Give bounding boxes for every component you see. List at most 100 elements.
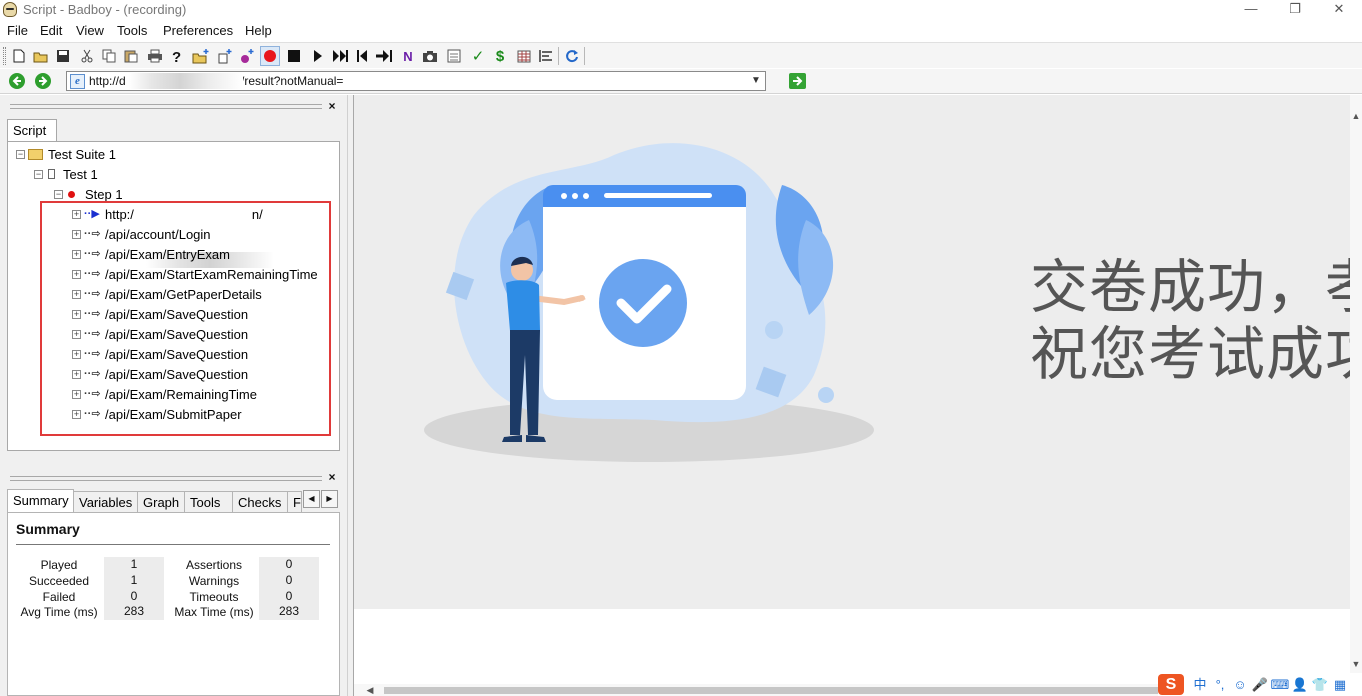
toolbar: ? N ✓ $: [0, 42, 1362, 68]
ime-emoji-icon[interactable]: ☺: [1230, 675, 1250, 695]
person-shirt: [506, 280, 540, 331]
camera-icon[interactable]: [420, 46, 440, 66]
toolbar-grip[interactable]: [3, 47, 6, 65]
page-content: 交卷成功，孝 祝您考试成功: [354, 95, 1350, 609]
stat-value-max-time: 283: [259, 604, 319, 620]
tab-summary[interactable]: Summary: [7, 489, 74, 512]
vertical-scrollbar[interactable]: ▲ ▼: [1350, 95, 1362, 696]
summary-pane-grip[interactable]: [10, 476, 322, 481]
menu-file[interactable]: File: [7, 23, 28, 38]
paste-icon[interactable]: [121, 46, 141, 66]
refresh-icon[interactable]: [562, 46, 582, 66]
script-pane-close-icon[interactable]: ×: [326, 100, 338, 113]
stat-label-played: Played: [40, 558, 78, 572]
tab-tools[interactable]: Tools: [185, 491, 233, 512]
open-folder-icon[interactable]: [31, 46, 51, 66]
print-icon[interactable]: [145, 46, 165, 66]
tab-scroll-right-icon[interactable]: ▶: [321, 490, 338, 508]
stat-value-warnings: 0: [259, 573, 319, 589]
back-icon[interactable]: [9, 73, 25, 89]
tree-node-label: Test Suite 1: [48, 146, 116, 162]
forward-icon[interactable]: [35, 73, 51, 89]
help-icon[interactable]: ?: [167, 46, 187, 66]
ime-skin-icon[interactable]: 👕: [1310, 675, 1330, 695]
collapse-icon[interactable]: −: [54, 189, 63, 199]
stat-label-avg-time: Avg Time (ms): [20, 605, 98, 619]
minimize-button[interactable]: —: [1228, 0, 1274, 20]
copy-icon[interactable]: [99, 46, 119, 66]
play-icon[interactable]: [308, 46, 328, 66]
illustration-dot: [818, 387, 834, 403]
fast-forward-icon[interactable]: [330, 46, 350, 66]
ime-toolbox-icon[interactable]: ▦: [1330, 675, 1350, 695]
summary-pane-close-icon[interactable]: ×: [326, 471, 338, 484]
collapse-icon[interactable]: −: [16, 149, 25, 159]
table-icon[interactable]: [514, 46, 534, 66]
skip-back-icon[interactable]: [352, 46, 372, 66]
save-icon[interactable]: [53, 46, 73, 66]
add-folder-icon[interactable]: [191, 46, 211, 66]
step-record-icon: [68, 190, 75, 198]
check-icon[interactable]: ✓: [468, 46, 488, 66]
script-pane-grip[interactable]: [10, 104, 322, 109]
menu-view[interactable]: View: [76, 23, 104, 38]
ime-mic-icon[interactable]: 🎤: [1250, 675, 1270, 695]
pane-splitter[interactable]: [347, 95, 354, 696]
sogou-ime-icon[interactable]: S: [1158, 674, 1184, 695]
tab-checks[interactable]: Checks: [233, 491, 288, 512]
new-document-icon[interactable]: [9, 46, 29, 66]
stat-value-timeouts: 0: [259, 589, 319, 605]
ime-keyboard-icon[interactable]: ⌨: [1270, 675, 1290, 695]
menu-tools[interactable]: Tools: [117, 23, 147, 38]
ime-user-icon[interactable]: 👤: [1290, 675, 1310, 695]
stat-label-max-time: Max Time (ms): [174, 605, 254, 619]
stat-value-played: 1: [104, 557, 164, 573]
add-item-icon[interactable]: [215, 46, 235, 66]
bottom-tab-strip: Summary Variables Graph Tools Checks F ◀…: [7, 489, 340, 512]
stat-label-assertions: Assertions: [185, 558, 243, 572]
close-button[interactable]: ✕: [1316, 0, 1362, 20]
url-input[interactable]: e http://d ./result?notManual= ▼: [66, 71, 766, 91]
tree-node-suite[interactable]: − Test Suite 1: [16, 145, 116, 163]
variable-icon[interactable]: $: [490, 46, 510, 66]
menu-help[interactable]: Help: [245, 23, 272, 38]
record-icon[interactable]: [260, 46, 280, 66]
stat-value-avg-time: 283: [104, 604, 164, 620]
align-icon[interactable]: [536, 46, 556, 66]
clear-icon[interactable]: [444, 46, 464, 66]
collapse-icon[interactable]: −: [34, 169, 43, 179]
browser-view: 交卷成功，孝 祝您考试成功: [354, 95, 1350, 696]
tree-node-test[interactable]: − Test 1: [34, 165, 98, 183]
test-icon: [48, 169, 55, 179]
tab-truncated[interactable]: F: [288, 491, 302, 512]
tree-node-label: Test 1: [63, 166, 98, 182]
horizontal-scroll-thumb[interactable]: [384, 687, 1174, 694]
toolbar-separator: [558, 47, 559, 65]
menu-preferences[interactable]: Preferences: [163, 23, 233, 38]
scroll-left-icon[interactable]: ◀: [364, 683, 376, 696]
stop-icon[interactable]: [284, 46, 304, 66]
tab-scroll-left-icon[interactable]: ◀: [303, 490, 320, 508]
add-request-icon[interactable]: [237, 46, 257, 66]
tab-graph[interactable]: Graph: [138, 491, 185, 512]
cut-icon[interactable]: [77, 46, 97, 66]
title-bar: Script - Badboy - (recording) — ❐ ✕: [0, 0, 1362, 20]
svg-text:?: ?: [172, 49, 181, 64]
restore-button[interactable]: ❐: [1272, 0, 1318, 20]
menu-edit[interactable]: Edit: [40, 23, 62, 38]
stat-value-failed: 0: [104, 589, 164, 605]
navigation-icon[interactable]: N: [398, 46, 418, 66]
ime-mode-icon[interactable]: 中: [1190, 675, 1210, 695]
tab-variables[interactable]: Variables: [74, 491, 138, 512]
tab-script[interactable]: Script: [7, 119, 57, 141]
ime-punctuation-icon[interactable]: °,: [1210, 675, 1230, 695]
summary-divider: [16, 544, 330, 545]
url-dropdown-icon[interactable]: ▼: [747, 72, 765, 90]
window-title: Script - Badboy - (recording): [23, 2, 187, 17]
step-forward-icon[interactable]: [374, 46, 394, 66]
go-button[interactable]: [789, 73, 806, 89]
scroll-up-icon[interactable]: ▲: [1350, 109, 1362, 123]
summary-heading: Summary: [16, 521, 80, 537]
stat-label-succeeded: Succeeded: [28, 574, 90, 588]
scroll-down-icon[interactable]: ▼: [1350, 657, 1362, 671]
